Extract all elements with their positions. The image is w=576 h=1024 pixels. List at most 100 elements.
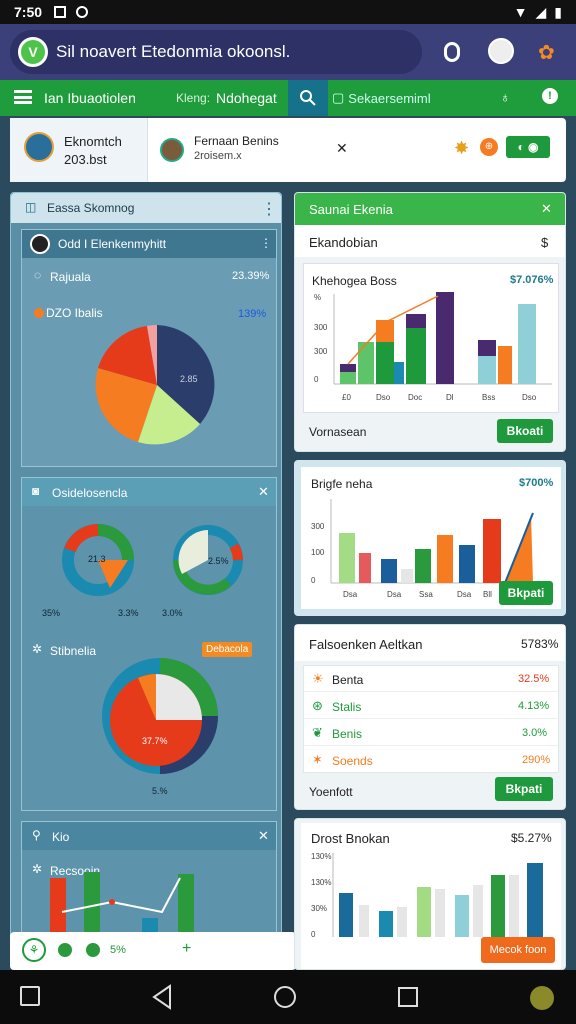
app-bar: V Sil noavert Etedonmia okoonsl. ✿ — [0, 24, 576, 80]
status-time: 7:50 — [14, 4, 43, 20]
check-icon: ⊛ — [312, 698, 323, 713]
options-button[interactable]: ◐ ◉ — [506, 136, 550, 158]
list-item[interactable]: ☀ Benta 32.5% — [304, 666, 558, 692]
pie-chart-1 — [95, 325, 215, 445]
row1-label: Rajuala — [50, 270, 91, 284]
widget2-icon: ◙ — [32, 484, 40, 498]
nav-mid-value[interactable]: Ndohegat — [216, 90, 277, 106]
list-item[interactable]: ❦ Benis 3.0% — [304, 720, 558, 746]
donut1-inner: 21.3 — [88, 554, 106, 564]
svg-text:Dsa: Dsa — [457, 590, 472, 599]
card3-footer: Yoenfott — [309, 785, 353, 799]
list-item[interactable]: ⊛ Stalis 4.13% — [304, 693, 558, 719]
svg-text:Ssa: Ssa — [419, 590, 433, 599]
more-icon[interactable]: ⋮ — [261, 199, 277, 219]
c4-bar-3 — [379, 911, 393, 937]
user-card-1[interactable]: Eknomtch 203.bst — [10, 118, 148, 182]
home-app-icon[interactable] — [20, 986, 40, 1006]
battery-icon: ▮ — [554, 3, 562, 20]
close-icon[interactable]: ✕ — [336, 140, 348, 157]
menu-icon[interactable] — [14, 90, 32, 104]
avatar[interactable] — [488, 38, 514, 64]
status-bar: 7:50 ▼ ◢ ▮ — [0, 0, 576, 24]
alert-icon[interactable]: ⊕ — [480, 138, 498, 156]
svg-text:Bss: Bss — [482, 393, 495, 402]
c4-bar-10 — [509, 875, 519, 937]
row2-icon — [34, 308, 44, 318]
left-panel-title: Eassa Skomnog — [47, 201, 135, 215]
widget4-close-icon[interactable]: ✕ — [258, 828, 269, 844]
system-nav-bar — [0, 970, 576, 1024]
widget-1: Odd I Elenkenmyhitt ⋮ ◌ Rajuala 23.39% D… — [21, 229, 277, 467]
left-bottom-toolbar: ⚘ 5% + — [10, 932, 296, 970]
run-icon[interactable]: ⚘ — [22, 938, 46, 962]
nav-bar: Ian Ibuaotiolen Kleng: Ndohegat ▢ Sekaers… — [0, 80, 576, 116]
card1-button[interactable]: Bkoati — [497, 419, 553, 443]
svg-text:%: % — [314, 293, 321, 302]
card1-chart-value: $7.076% — [510, 274, 554, 286]
card4-title: Drost Bnokan — [311, 831, 390, 846]
widget-4: ⚲ Kio ✕ ✲ Recsooin — [21, 821, 277, 937]
c4-bar-5 — [417, 887, 431, 937]
search-button[interactable] — [288, 80, 328, 116]
donut2-inner: 2.5% — [208, 556, 229, 566]
dot2-icon[interactable] — [86, 943, 100, 957]
c4-bar-9 — [491, 875, 505, 937]
pie1-label: 2.85 — [180, 374, 198, 384]
donut2-left: 3.0% — [162, 608, 183, 618]
search-input[interactable]: ▢ Sekaersemiml — [332, 86, 480, 110]
c1-bar-8 — [518, 304, 536, 384]
card3-button[interactable]: Bkpati — [495, 777, 553, 801]
right-card-3: Falsoenken Aeltkan 5783% ☀ Benta 32.5% ⊛… — [294, 624, 566, 810]
recents-icon[interactable] — [398, 987, 418, 1007]
right-header-close-icon[interactable]: ✕ — [541, 201, 552, 217]
card3-title: Falsoenken Aeltkan — [309, 637, 423, 652]
right-card-4: Drost Bnokan $5.27% 130% 130% 30% 0 Mecok f… — [294, 818, 566, 970]
widget2-header: ◙ Osidelosencla ✕ — [22, 478, 276, 506]
user1-name: Eknomtch — [64, 134, 122, 149]
badge-icon[interactable]: ✸ — [454, 138, 469, 159]
card1-value: $ — [541, 235, 549, 250]
svg-text:0: 0 — [311, 576, 316, 585]
home-icon[interactable] — [274, 986, 296, 1008]
widget3-icon: ✲ — [32, 642, 43, 656]
svg-text:Dl: Dl — [446, 393, 454, 402]
row1-icon: ◌ — [34, 268, 42, 282]
svg-text:Dsa: Dsa — [387, 590, 402, 599]
assistant-icon[interactable] — [530, 986, 554, 1010]
c4-bar-11 — [527, 863, 543, 937]
dot-icon[interactable] — [58, 943, 72, 957]
card3-list: ☀ Benta 32.5% ⊛ Stalis 4.13% ❦ Benis 3.0… — [303, 665, 559, 773]
list-item[interactable]: ✶ Soends 290% — [304, 747, 558, 773]
puzzle-icon[interactable]: ✿ — [538, 40, 555, 65]
card1-labelrow: Ekandobian $ — [295, 225, 565, 257]
left-panel-header: ◫ Eassa Skomnog ⋮ — [11, 193, 281, 223]
card2-chart-box: Brigfe neha $700% 300 100 0 Dsa Dsa Ssa Dsa Bl… — [301, 467, 561, 609]
svg-text:300: 300 — [314, 347, 328, 356]
search-placeholder: Sekaersemiml — [348, 90, 431, 106]
pie2-label: 37.7% — [142, 736, 168, 746]
card3-title-row: Falsoenken Aeltkan 5783% — [295, 625, 565, 661]
svg-text:Dso: Dso — [522, 393, 537, 402]
c4-bar-1 — [339, 893, 353, 937]
card2-button[interactable]: Bkpati — [499, 581, 553, 605]
mic-icon[interactable]: ♁ — [500, 89, 511, 105]
star-icon: ✶ — [312, 752, 323, 767]
back-icon[interactable] — [150, 984, 174, 1010]
app-title-pill[interactable]: V Sil noavert Etedonmia okoonsl. — [10, 30, 422, 74]
widget2-close-icon[interactable]: ✕ — [258, 484, 269, 500]
widget3-title: Stibnelia — [50, 644, 97, 658]
circle-icon[interactable] — [444, 42, 460, 62]
card3-value: 5783% — [521, 637, 559, 651]
card4-button[interactable]: Mecok foon — [481, 937, 555, 963]
card1-footer: Vornasean — [309, 425, 367, 439]
info-icon[interactable]: ! — [542, 88, 558, 104]
c2-bar-2 — [359, 553, 371, 583]
donut1-left: 35% — [42, 608, 61, 618]
c1-bar-4 — [406, 314, 426, 328]
user2-avatar[interactable] — [160, 138, 184, 162]
add-icon[interactable]: + — [182, 940, 191, 958]
nav-left-label[interactable]: Ian Ibuaotiolen — [44, 90, 136, 106]
widget2-title: Osidelosencla — [52, 486, 128, 500]
widget1-more-icon[interactable]: ⋮ — [260, 236, 272, 250]
